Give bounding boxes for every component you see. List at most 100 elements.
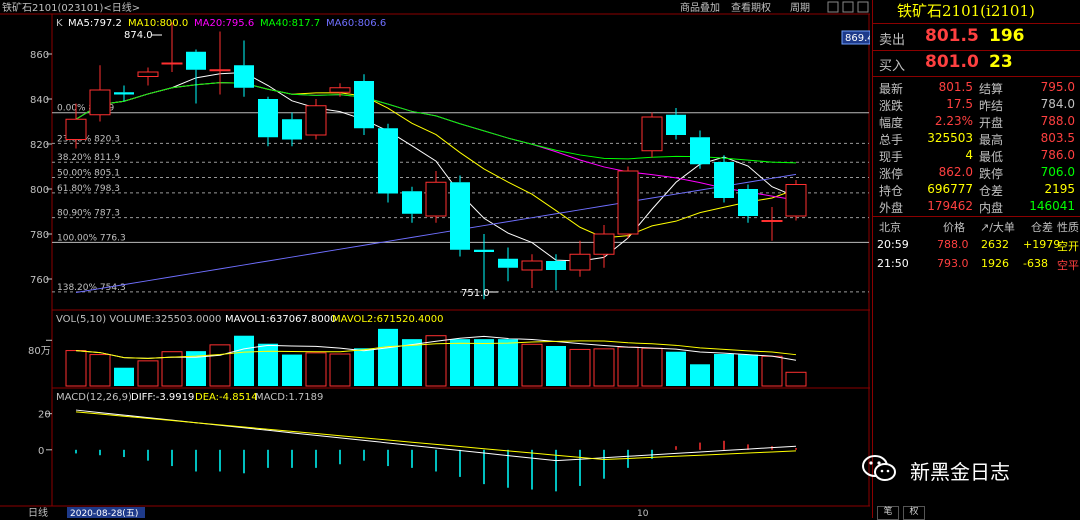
fib-label: 138.20% 754.3 [57, 283, 126, 293]
stat-row: 幅度 2.23% 开盘 788.0 [873, 114, 1080, 132]
candle-body [785, 184, 807, 217]
volume-mavol2: MAVOL2:671520.4000 [332, 314, 443, 325]
buy-row: 买入 801.0 23 [873, 50, 1080, 77]
stat-row: 持仓 696777 仓差 2195 [873, 182, 1080, 200]
volume-bar [258, 343, 278, 386]
volume-bar [329, 353, 351, 387]
volume-bar [617, 346, 639, 387]
macd-tick-label: 20 [38, 410, 51, 421]
volume-bar [474, 339, 494, 386]
candle-body [714, 162, 734, 198]
volume-bar [378, 328, 398, 386]
low-label: 751.0 [461, 288, 490, 299]
volume-bar [666, 351, 686, 386]
macd-tick-label: 0 [38, 446, 44, 457]
instrument-title: 铁矿石2101(023101)<日线> [2, 1, 140, 14]
tick-row: 20:59 788.0 2632 +1979 空开 [873, 238, 1080, 256]
stat-label: 幅度 [879, 116, 904, 130]
stat-value: 179462 [927, 199, 973, 213]
candle-body [569, 253, 591, 271]
ma-legend-item: MA40:817.7 [260, 18, 320, 29]
panel-title: 铁矿石2101(i2101) [873, 0, 1080, 24]
stat-label: 外盘 [879, 201, 904, 215]
candle-body [258, 99, 278, 138]
stat-row: 总手 325503 最高 803.5 [873, 131, 1080, 149]
menu-overlay[interactable]: 商品叠加 [680, 1, 720, 14]
price-tick-label: 820 [30, 140, 49, 151]
stat-row: 最新 801.5 结算 795.0 [873, 80, 1080, 98]
stat-label: 涨跌 [879, 99, 904, 113]
stat-value: 862.0 [938, 165, 973, 179]
stat-value: 17.5 [946, 97, 973, 111]
volume-bar [738, 354, 758, 386]
stat-row: 涨停 862.0 跌停 706.0 [873, 165, 1080, 183]
candle-body [329, 87, 351, 93]
ticks-header: 北京 价格 ↗/大单 仓差 性质 [879, 221, 1079, 234]
volume-axis-label: 80万 [28, 346, 51, 357]
volume-bar [305, 352, 327, 387]
volume-bar [209, 344, 231, 387]
volume-bar [546, 346, 566, 386]
stat-value: 696777 [927, 182, 973, 196]
date-tick: 10 [637, 509, 649, 518]
volume-legend: VOL(5,10) VOLUME:325503.0000 [56, 314, 221, 325]
tick-time: 20:59 [877, 238, 909, 251]
menu-period[interactable]: 周期 [790, 2, 810, 14]
high-label: 874.0 [124, 30, 153, 41]
volume-bar [354, 348, 374, 386]
stat-value: 325503 [927, 131, 973, 145]
stat-label: 内盘 [979, 201, 1004, 215]
stat-row: 涨跌 17.5 昨结 784.0 [873, 97, 1080, 115]
candle-body [114, 92, 134, 95]
macd-diff: DIFF:-3.9919 [131, 392, 194, 403]
stat-value: 784.0 [1040, 97, 1075, 111]
volume-bar [569, 348, 591, 387]
wechat-icon [862, 455, 896, 481]
buy-price: 801.0 [925, 52, 979, 72]
kline-chart[interactable]: 铁矿石2101(023101)<日线> 商品叠加 查看期权 周期 K MA5:79… [0, 0, 870, 518]
volume-bar [114, 367, 134, 386]
stat-label: 最低 [979, 150, 1004, 164]
candle-body [186, 51, 206, 70]
candle-body [546, 261, 566, 270]
sell-label: 卖出 [879, 33, 906, 48]
candle-body [738, 189, 758, 216]
stat-row: 外盘 179462 内盘 146041 [873, 199, 1080, 217]
volume-bar [498, 339, 518, 386]
stat-row: 现手 4 最低 786.0 [873, 148, 1080, 166]
stat-value: 4 [965, 148, 973, 162]
candle-body [354, 81, 374, 129]
fib-label: 80.90% 787.3 [57, 209, 120, 219]
candle-body [378, 128, 398, 194]
tick-row: 21:50 793.0 1926 -638 空平 [873, 257, 1080, 275]
quote-panel: 铁矿石2101(i2101) 卖出 801.5 196 买入 801.0 23 … [872, 0, 1080, 520]
price-tick-label: 860 [30, 50, 49, 61]
period-label: 日线 [28, 506, 48, 518]
tick-price: 793.0 [937, 257, 969, 270]
ma-legend-item: MA60:806.6 [326, 18, 386, 29]
volume-bar [641, 347, 663, 387]
wechat-watermark: 新黑金日志 [860, 452, 1075, 488]
stat-label: 开盘 [979, 116, 1004, 130]
candle-body [641, 116, 663, 152]
tick-time: 21:50 [877, 257, 909, 270]
fib-label: 38.20% 811.9 [57, 153, 120, 163]
tick-nature: 空开 [1057, 240, 1079, 253]
fib-label: 50.00% 805.1 [57, 169, 120, 179]
watermark-text: 新黑金日志 [910, 460, 1010, 484]
macd-dea: DEA:-4.8514 [195, 392, 258, 403]
stat-label: 跌停 [979, 167, 1004, 181]
price-tick-label: 800 [30, 185, 49, 196]
fib-label: 61.80% 798.3 [57, 184, 120, 194]
stat-label: 总手 [879, 133, 904, 147]
price-tick-label: 840 [30, 95, 49, 106]
sell-qty: 196 [989, 26, 1025, 46]
ma-legend-item: MA5:797.2 [68, 18, 122, 29]
ma-legend-item: K [56, 18, 63, 29]
sell-row: 卖出 801.5 196 [873, 24, 1080, 51]
stat-value: 788.0 [1040, 114, 1075, 128]
price-tag: 869.4 [841, 30, 870, 45]
menu-options[interactable]: 查看期权 [731, 1, 771, 14]
volume-bar [65, 350, 87, 387]
volume-bar [593, 348, 615, 387]
